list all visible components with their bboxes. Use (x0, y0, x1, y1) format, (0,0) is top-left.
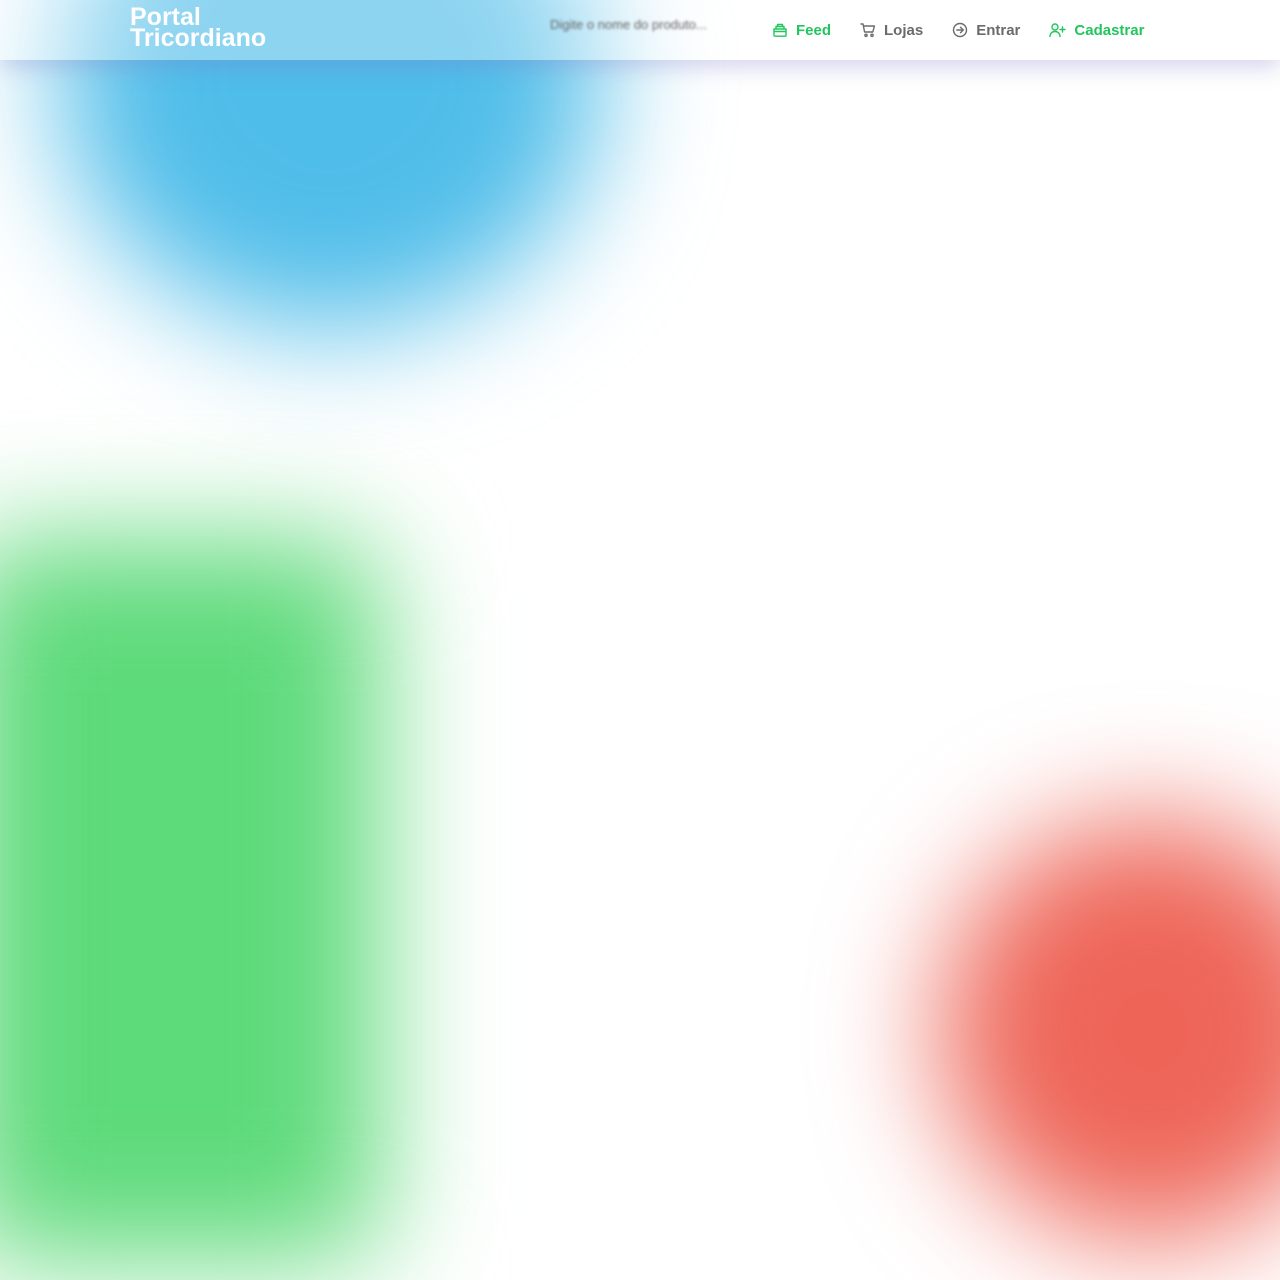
background-blob-green (0, 540, 380, 1260)
top-header: Portal Tricordiano Feed (0, 0, 1280, 60)
arrow-circle-right-icon (952, 22, 968, 38)
brand-logo-link[interactable]: Portal Tricordiano (130, 5, 300, 52)
nav-entrar[interactable]: Entrar (952, 22, 1020, 39)
search-wrap (548, 14, 752, 34)
nav-lojas[interactable]: Lojas (860, 22, 923, 39)
header-inner: Portal Tricordiano Feed (130, 0, 1144, 60)
nav-lojas-label: Lojas (884, 21, 924, 39)
search-input[interactable] (548, 14, 752, 34)
background-blob-red (940, 820, 1280, 1240)
brand-line-2: Tricordiano (130, 24, 267, 52)
nav-feed[interactable]: Feed (772, 22, 831, 39)
nav-entrar-label: Entrar (976, 21, 1021, 39)
user-plus-icon (1049, 22, 1067, 38)
nav-cadastrar[interactable]: Cadastrar (1049, 22, 1144, 39)
nav-cadastrar-label: Cadastrar (1074, 21, 1145, 39)
basket-icon (772, 22, 788, 38)
main-nav: Feed Lojas Entrar Cadastrar (772, 20, 1144, 40)
page-root: Portal Tricordiano Feed (0, 0, 1280, 1280)
nav-feed-label: Feed (796, 21, 832, 39)
cart-icon (860, 22, 876, 38)
